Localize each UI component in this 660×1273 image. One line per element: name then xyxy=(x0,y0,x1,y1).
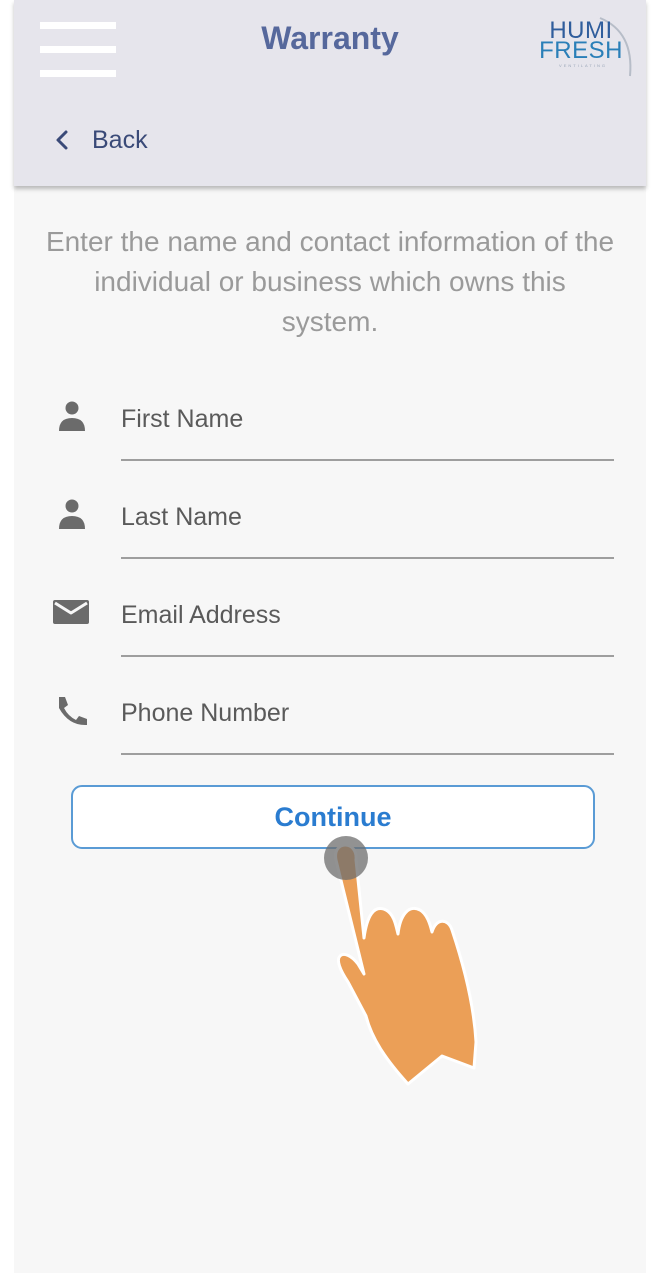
app-header: Warranty HUMI FRESH VENTILATING Back xyxy=(14,0,646,186)
menu-bar xyxy=(40,70,116,77)
last-name-field xyxy=(50,497,614,577)
app-screen: Warranty HUMI FRESH VENTILATING Back Ent… xyxy=(14,0,646,1273)
back-label: Back xyxy=(92,126,148,154)
tap-hand-icon xyxy=(324,836,478,1086)
last-name-input[interactable] xyxy=(121,497,614,537)
intro-text: Enter the name and contact information o… xyxy=(45,226,615,337)
person-icon xyxy=(59,499,85,529)
first-name-input[interactable] xyxy=(121,399,614,439)
phone-field xyxy=(50,693,614,773)
person-icon xyxy=(59,401,85,431)
envelope-icon xyxy=(53,600,89,624)
input-underline xyxy=(121,753,614,755)
email-input[interactable] xyxy=(121,595,614,635)
email-field xyxy=(50,595,614,675)
input-underline xyxy=(121,655,614,657)
humi-fresh-logo: HUMI FRESH VENTILATING xyxy=(532,6,642,77)
input-underline xyxy=(121,557,614,559)
chevron-left-icon xyxy=(56,130,68,150)
phone-input[interactable] xyxy=(121,693,614,733)
first-name-field xyxy=(50,399,614,479)
logo-tagline: VENTILATING xyxy=(559,63,607,68)
logo-line-2: FRESH xyxy=(539,37,623,64)
input-underline xyxy=(121,459,614,461)
phone-icon xyxy=(59,697,87,726)
